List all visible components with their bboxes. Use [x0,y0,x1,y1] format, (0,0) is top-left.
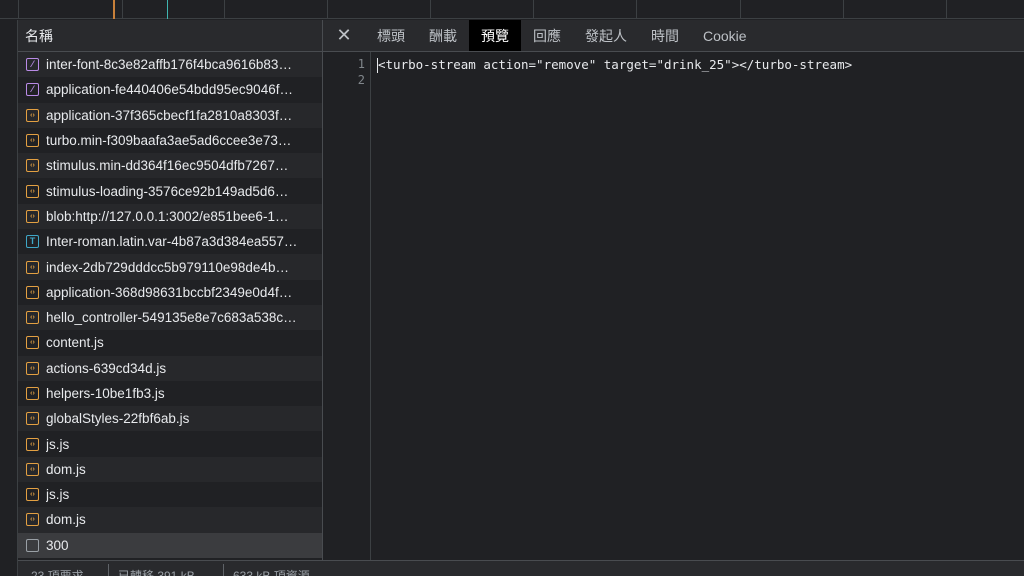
timeline-gridline [740,0,741,19]
left-gutter [0,20,18,576]
status-bar: 23 項要求 已轉移 391 kB 633 kB 項資源 [18,560,1024,576]
request-count: 23 項要求 [31,569,84,576]
script-icon: ‹› [26,209,39,223]
script-icon: ‹› [26,134,39,148]
request-name: stimulus.min-dd364f16ec9504dfb7267… [46,158,289,174]
detail-tabbar: ✕ 標頭 酬載 預覽 回應 發起人 時間 Cookie [323,20,1024,52]
code-line: <turbo-stream action="remove" target="dr… [378,57,853,72]
request-name: helpers-10be1fb3.js [46,386,165,401]
tab-2[interactable]: 預覽 [469,20,521,51]
request-row[interactable]: ‹› application-37f365cbecf1fa2810a8303f… [18,102,322,128]
timeline-gridline [636,0,637,19]
tab-4[interactable]: 發起人 [573,20,639,51]
line-number: 2 [357,73,365,87]
close-icon[interactable]: ✕ [323,20,365,51]
script-icon: ‹› [26,488,39,502]
request-name: blob:http://127.0.0.1:3002/e851bee6-1… [46,208,289,224]
timeline-gridline [430,0,431,19]
line-number: 1 [357,57,365,71]
tab-6[interactable]: Cookie [691,20,759,51]
request-name: dom.js [46,512,86,528]
script-icon: ‹› [26,513,39,527]
font-icon: ⁄ [26,58,39,72]
request-name: 300 [46,537,69,553]
resource-size: 633 kB 項資源 [233,569,310,576]
transferred-size: 已轉移 391 kB [118,569,195,576]
timeline-gridline [946,0,947,19]
request-row[interactable]: ‹› actions-639cd34d.js [18,355,322,381]
script-icon: ‹› [26,184,39,198]
tab-3[interactable]: 回應 [521,20,573,51]
request-name: stimulus-loading-3576ce92b149ad5d6… [46,183,289,199]
request-row[interactable]: ‹› content.js [18,330,322,355]
request-row[interactable]: ‹› hello_controller-549135e8e7c683a538c… [18,304,322,331]
script-icon: ‹› [26,462,39,476]
request-name: hello_controller-549135e8e7c683a538c… [46,310,297,326]
request-row[interactable]: ‹› blob:http://127.0.0.1:3002/e851bee6-1… [18,203,322,230]
request-name: content.js [46,335,104,351]
request-name: application-fe440406e54bdd95ec9046f… [46,82,293,98]
script-icon: ‹› [26,412,39,426]
tab-0[interactable]: 標頭 [365,20,417,51]
request-name: js.js [46,487,70,503]
script-icon: ‹› [26,285,39,299]
request-list-panel: 名稱 ⁄ inter-font-8c3e82affb176f4bca9616b83… [18,20,323,560]
timeline-load-marker [167,0,168,19]
script-icon: ‹› [26,260,39,274]
tab-5[interactable]: 時間 [639,20,691,51]
font-icon: ⁄ [26,83,39,97]
timeline-overview[interactable] [0,0,1024,19]
preview-code-area[interactable]: 1 2 <turbo-stream action="remove" target… [323,52,1024,560]
script-icon: ‹› [26,387,39,400]
request-row[interactable]: ‹› dom.js [18,507,322,533]
request-row[interactable]: ‹› js.js [18,431,322,456]
request-name: index-2db729dddcc5b979110e98de4b… [46,259,289,275]
timeline-gridline [843,0,844,19]
script-icon: ‹› [26,159,39,173]
request-row[interactable]: ‹› dom.js [18,456,322,483]
request-name: application-368d98631bccbf2349e0d4f… [46,284,293,300]
request-name: Inter-roman.latin.var-4b87a3d384ea557… [46,234,298,250]
timeline-gridline [224,0,225,19]
timeline-gridline [18,0,19,19]
request-row[interactable]: ‹› globalStyles-22fbf6ab.js [18,406,322,432]
request-detail-panel: ✕ 標頭 酬載 預覽 回應 發起人 時間 Cookie 1 2 <turbo-stream … [323,20,1024,560]
timeline-gridline [122,0,123,19]
request-row[interactable]: ‹› helpers-10be1fb3.js [18,381,322,406]
request-name: dom.js [46,461,86,477]
text-icon: T [26,235,39,249]
request-row[interactable]: T Inter-roman.latin.var-4b87a3d384ea557… [18,229,322,254]
script-icon: ‹› [26,437,39,451]
tab-1[interactable]: 酬載 [417,20,469,51]
request-row[interactable]: ‹› application-368d98631bccbf2349e0d4f… [18,280,322,305]
request-name: js.js [46,436,70,452]
status-divider [108,564,109,576]
script-icon: ‹› [26,108,39,122]
timeline-dcl-marker [113,0,115,19]
status-divider [223,564,224,576]
script-icon: ‹› [26,311,39,325]
line-number-gutter: 1 2 [323,52,371,560]
name-column-header[interactable]: 名稱 [18,20,322,52]
request-row[interactable]: ‹› index-2db729dddcc5b979110e98de4b… [18,254,322,280]
request-row[interactable]: ⁄ inter-font-8c3e82affb176f4bca9616b83… [18,52,322,78]
request-name: application-37f365cbecf1fa2810a8303f… [46,107,293,123]
timeline-gridline [533,0,534,19]
request-row[interactable]: ‹› js.js [18,482,322,507]
request-list: ⁄ inter-font-8c3e82affb176f4bca9616b83… ⁄ a… [18,52,322,558]
request-name: inter-font-8c3e82affb176f4bca9616b83… [46,57,292,73]
request-name: globalStyles-22fbf6ab.js [46,411,190,427]
request-row[interactable]: 300 [18,532,322,558]
request-row[interactable]: ‹› turbo.min-f309baafa3ae5ad6ccee3e73… [18,128,322,153]
timeline-gridline [327,0,328,19]
request-name: turbo.min-f309baafa3ae5ad6ccee3e73… [46,133,292,149]
request-row[interactable]: ⁄ application-fe440406e54bdd95ec9046f… [18,77,322,102]
request-row[interactable]: ‹› stimulus.min-dd364f16ec9504dfb7267… [18,153,322,179]
script-icon: ‹› [26,361,39,375]
request-row[interactable]: ‹› stimulus-loading-3576ce92b149ad5d6… [18,178,322,203]
script-icon: ‹› [26,336,39,350]
request-name: actions-639cd34d.js [46,360,167,376]
document-icon [26,538,39,552]
